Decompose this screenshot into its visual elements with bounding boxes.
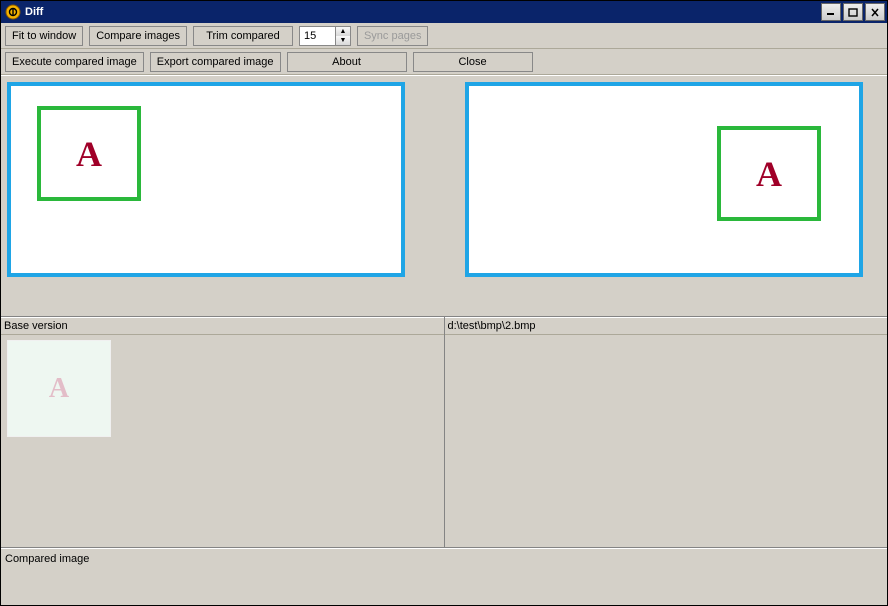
main-panels: A A Base version A: [1, 75, 887, 605]
compared-thumbnail[interactable]: A: [7, 340, 111, 437]
right-image-canvas[interactable]: A: [465, 82, 863, 277]
close-window-button[interactable]: [865, 3, 885, 21]
right-preview-body: A: [462, 76, 887, 316]
left-glyph: A: [76, 133, 102, 175]
compared-image-label: Compared image: [1, 548, 887, 569]
close-button[interactable]: Close: [413, 52, 533, 72]
base-left-cell: Base version A: [1, 317, 445, 547]
trim-value-stepper[interactable]: ▲ ▼: [299, 26, 351, 46]
base-left-body: A: [1, 335, 444, 547]
base-right-body: [445, 335, 888, 547]
sync-pages-button: Sync pages: [357, 26, 428, 46]
trim-spin-up[interactable]: ▲: [336, 27, 350, 36]
toolbar-row-2: Execute compared image Export compared i…: [1, 49, 887, 75]
fit-to-window-button[interactable]: Fit to window: [5, 26, 83, 46]
title-bar: Diff: [1, 1, 887, 23]
right-glyph: A: [756, 153, 782, 195]
execute-compared-button[interactable]: Execute compared image: [5, 52, 144, 72]
minimize-button[interactable]: [821, 3, 841, 21]
trim-value-input[interactable]: [299, 26, 335, 46]
thumb-glyph: A: [49, 373, 69, 405]
maximize-button[interactable]: [843, 3, 863, 21]
window-controls: [819, 3, 885, 21]
preview-gap: [426, 76, 462, 316]
left-preview-body: A: [1, 76, 426, 316]
compare-images-button[interactable]: Compare images: [89, 26, 187, 46]
right-highlight-box: A: [717, 126, 821, 221]
trim-spin-down[interactable]: ▼: [336, 36, 350, 45]
right-path-header: d:\test\bmp\2.bmp: [445, 317, 888, 335]
export-compared-button[interactable]: Export compared image: [150, 52, 281, 72]
left-image-canvas[interactable]: A: [7, 82, 405, 277]
left-highlight-box: A: [37, 106, 141, 201]
right-preview-cell: A: [462, 76, 887, 316]
app-icon: [5, 4, 21, 20]
base-version-header: Base version: [1, 317, 444, 335]
preview-row: A A: [1, 76, 887, 317]
about-button[interactable]: About: [287, 52, 407, 72]
base-right-cell: d:\test\bmp\2.bmp: [445, 317, 888, 547]
base-row: Base version A d:\test\bmp\2.bmp: [1, 317, 887, 548]
left-preview-cell: A: [1, 76, 426, 316]
trim-compared-button[interactable]: Trim compared: [193, 26, 293, 46]
window-title: Diff: [25, 6, 815, 18]
trim-spin-buttons[interactable]: ▲ ▼: [335, 26, 351, 46]
toolbar-row-1: Fit to window Compare images Trim compar…: [1, 23, 887, 49]
